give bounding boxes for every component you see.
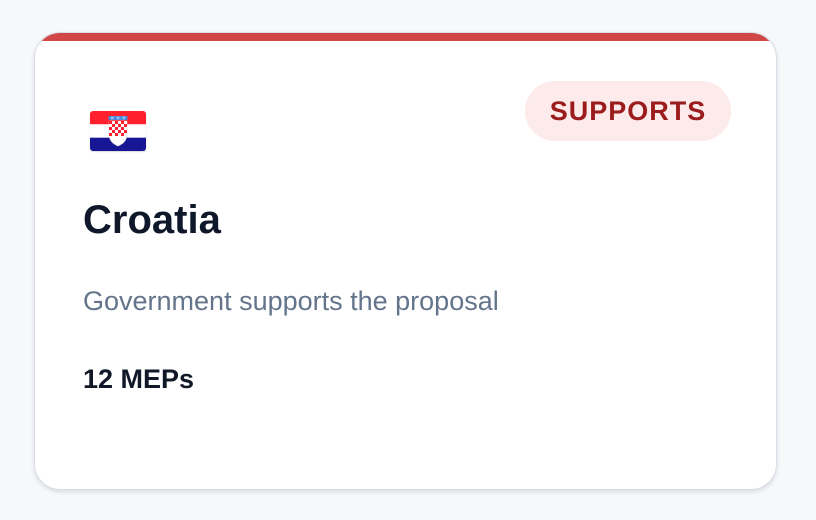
mep-count: 12 MEPs [83, 364, 195, 394]
status-badge: SUPPORTS [525, 81, 731, 141]
status-description: Government supports the proposal [83, 286, 499, 316]
status-accent-bar [35, 33, 776, 41]
country-name: Croatia [83, 198, 221, 242]
country-card: SUPPORTS Croatia Government supports the… [34, 32, 777, 490]
croatia-flag-icon [90, 111, 146, 151]
